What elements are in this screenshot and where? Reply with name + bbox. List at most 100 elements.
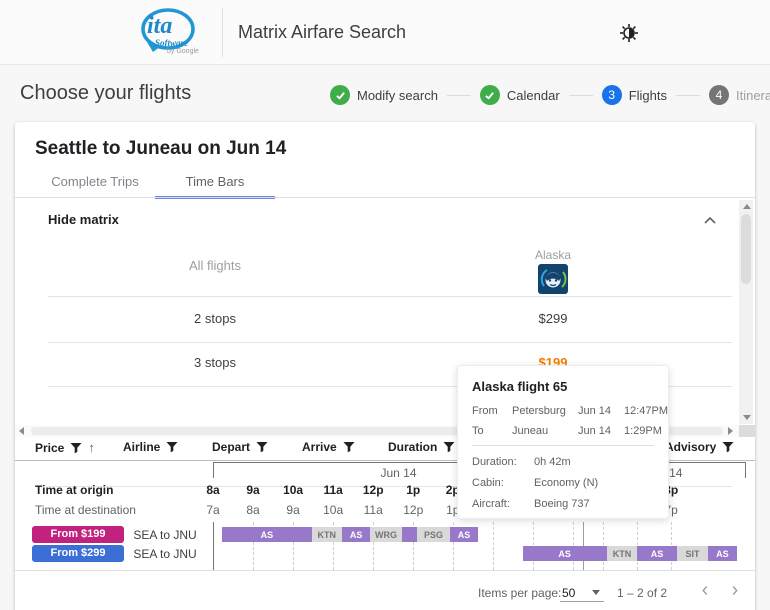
origin-hour-tick: 1p	[406, 483, 420, 497]
route-label: SEA to JNU	[125, 547, 205, 561]
logo-text-software: Software	[155, 38, 188, 48]
matrix-col-all-flights: All flights	[135, 258, 295, 273]
origin-hour-tick: 10a	[283, 483, 303, 497]
matrix-price-cell[interactable]: $299	[493, 311, 613, 326]
alaska-logo-icon	[538, 264, 568, 294]
items-per-page-value: 50	[562, 586, 575, 600]
logo-text-ita: ita	[147, 13, 172, 40]
alaska-airlines-logo[interactable]	[538, 264, 568, 294]
filter-funnel-icon[interactable]	[70, 442, 82, 454]
flight-segment-bar[interactable]: AS	[342, 527, 370, 542]
matrix-row-label: 3 stops	[135, 355, 295, 370]
theme-toggle-button[interactable]	[616, 20, 642, 46]
tooltip-detail-row: Aircraft:Boeing 737	[472, 498, 654, 510]
column-header-price[interactable]: Price↑	[35, 440, 95, 455]
destination-hour-tick: 10a	[323, 503, 343, 517]
layover-segment-bar[interactable]: PSG	[417, 527, 450, 542]
hour-gridline	[493, 522, 494, 570]
column-label: Depart	[212, 440, 250, 454]
timeline-axis-line	[213, 522, 214, 570]
ita-software-logo[interactable]: ita Software by Google	[133, 5, 209, 61]
tooltip-leg-row: ToJuneauJun 141:29PM	[472, 425, 654, 437]
scroll-down-arrow-icon[interactable]	[743, 415, 751, 420]
matrix-col-airline: Alaska	[493, 248, 613, 262]
step-label: Modify search	[357, 88, 438, 103]
tooltip-detail-row: Duration:0h 42m	[472, 456, 654, 468]
scroll-right-arrow-icon[interactable]	[728, 427, 733, 435]
app-header: ita Software by Google Matrix Airfare Se…	[0, 0, 770, 65]
timebars-bottom-border	[15, 570, 755, 571]
column-header-depart[interactable]: Depart	[212, 440, 268, 454]
sort-ascending-icon[interactable]: ↑	[88, 440, 95, 455]
origin-hour-tick: 9a	[246, 483, 259, 497]
tooltip-detail-row: Cabin:Economy (N)	[472, 477, 654, 489]
select-caret-icon	[592, 590, 600, 595]
step-calendar[interactable]: Calendar	[480, 85, 560, 105]
layover-segment-bar[interactable]: KTN	[312, 527, 342, 542]
origin-hour-tick: 8a	[206, 483, 219, 497]
layover-segment-bar[interactable]: WRG	[370, 527, 402, 542]
filter-funnel-icon[interactable]	[343, 441, 355, 453]
page-range: 1 – 2 of 2	[617, 586, 667, 600]
step-itinerary: 4Itinerary	[709, 85, 770, 105]
filter-funnel-icon[interactable]	[722, 441, 734, 453]
step-number: 3	[602, 85, 622, 105]
logo-text-by-google: by Google	[167, 48, 199, 55]
matrix-row-label: 2 stops	[135, 311, 295, 326]
paginator: Items per page: 50 1 – 2 of 2 ‹ ›	[15, 577, 755, 609]
vertical-scrollbar[interactable]	[739, 200, 753, 424]
filter-funnel-icon[interactable]	[256, 441, 268, 453]
vertical-scroll-thumb[interactable]	[741, 214, 751, 284]
previous-page-button[interactable]: ‹	[693, 579, 717, 603]
chevron-up-icon[interactable]	[700, 211, 720, 231]
step-label: Calendar	[507, 88, 560, 103]
items-per-page-select[interactable]: 50	[560, 582, 604, 602]
check-icon	[480, 85, 500, 105]
next-page-button[interactable]: ›	[723, 579, 747, 603]
flight-segment-bar[interactable]: AS	[523, 546, 607, 561]
tabs: Complete TripsTime Bars	[35, 168, 275, 198]
column-header-advisory[interactable]: Advisory	[665, 440, 734, 454]
flight-tooltip: Alaska flight 65 FromPetersburgJun 1412:…	[457, 365, 669, 519]
destination-hour-tick: 7a	[206, 503, 219, 517]
flight-segment-bar[interactable]: AS	[637, 546, 677, 561]
scroll-up-arrow-icon[interactable]	[743, 204, 751, 209]
stepper: Modify search Calendar 3 Flights 4Itinerary	[330, 84, 770, 106]
filter-funnel-icon[interactable]	[166, 441, 178, 453]
layover-segment-bar[interactable]: SIT	[677, 546, 708, 561]
column-header-airline[interactable]: Airline	[123, 440, 178, 454]
step-number: 4	[709, 85, 729, 105]
column-header-arrive[interactable]: Arrive	[302, 440, 355, 454]
fare-pill[interactable]: From $299	[32, 545, 124, 562]
destination-hour-tick: 12p	[403, 503, 423, 517]
hide-matrix-toggle[interactable]: Hide matrix	[48, 212, 119, 227]
column-label: Advisory	[665, 440, 716, 454]
flight-segment-bar[interactable]: AS	[222, 527, 312, 542]
tooltip-title: Alaska flight 65	[472, 379, 654, 394]
step-modify-search[interactable]: Modify search	[330, 85, 438, 105]
tab-time-bars[interactable]: Time Bars	[155, 168, 275, 198]
origin-hour-tick: 12p	[363, 483, 384, 497]
column-label: Arrive	[302, 440, 337, 454]
tab-complete-trips[interactable]: Complete Trips	[35, 168, 155, 198]
brightness-icon	[619, 23, 639, 43]
scroll-left-arrow-icon[interactable]	[19, 427, 24, 435]
route-label: SEA to JNU	[125, 528, 205, 542]
time-at-destination-label: Time at destination	[35, 503, 136, 517]
step-label: Flights	[629, 88, 667, 103]
scrollbar-corner	[739, 425, 755, 437]
flight-segment-bar[interactable]: AS	[708, 546, 737, 561]
filter-funnel-icon[interactable]	[443, 441, 455, 453]
layover-segment-bar[interactable]: KTN	[607, 546, 637, 561]
destination-hour-tick: 11a	[364, 503, 383, 517]
column-header-duration[interactable]: Duration	[388, 440, 455, 454]
flight-segment-bar[interactable]: AS	[450, 527, 478, 542]
step-connector	[569, 95, 593, 96]
time-at-origin-label: Time at origin	[35, 483, 113, 497]
page-heading: Choose your flights	[20, 82, 191, 105]
results-card: Seattle to Juneau on Jun 14 Complete Tri…	[15, 122, 755, 610]
step-flights[interactable]: 3 Flights	[602, 85, 667, 105]
matrix-divider	[48, 342, 732, 343]
fare-pill[interactable]: From $199	[32, 526, 124, 543]
flight-segment-bar[interactable]	[402, 527, 417, 542]
